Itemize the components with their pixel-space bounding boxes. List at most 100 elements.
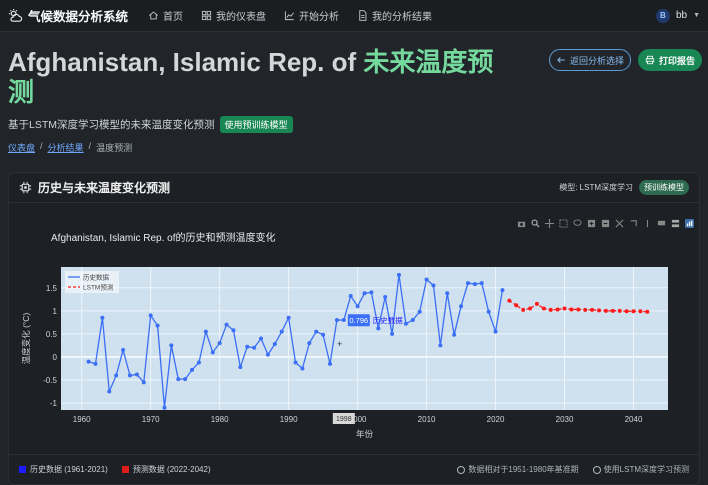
y-tick-label: 1.5	[46, 284, 58, 293]
historical-point	[486, 309, 491, 314]
chevron-down-icon: ▼	[693, 12, 700, 19]
legend-predicted-label: LSTM预测	[83, 283, 114, 292]
breadcrumb-dashboard[interactable]: 仪表盘	[8, 141, 35, 154]
nav-home[interactable]: 首页	[148, 8, 183, 23]
historical-point	[169, 343, 174, 348]
historical-point	[127, 373, 132, 378]
house-icon	[149, 11, 158, 20]
predicted-swatch	[121, 466, 129, 473]
user-name: bb	[675, 10, 688, 21]
nav-dashboard[interactable]: 我的仪表盘	[201, 8, 266, 23]
historical-point	[259, 336, 264, 341]
historical-point	[210, 350, 215, 355]
historical-point	[86, 359, 91, 364]
y-tick-label: -1	[50, 399, 58, 408]
historical-point	[231, 328, 236, 333]
nav-my-results[interactable]: 我的分析结果	[357, 8, 432, 23]
breadcrumb-separator: /	[40, 141, 43, 151]
plot-area	[61, 267, 668, 410]
arrow-left-icon	[557, 57, 565, 63]
x-axis-label: 年份	[356, 429, 374, 439]
historical-point	[438, 343, 443, 348]
x-tick-label: 2030	[556, 415, 574, 424]
legend-historical-label: 历史数据	[83, 273, 110, 282]
page-subtitle: 基于LSTM深度学习模型的未来温度变化预测 使用预训练模型	[8, 116, 293, 133]
historical-point	[500, 288, 505, 293]
historical-point	[355, 304, 360, 309]
footer-legend-historical: 历史数据 (1961-2021)	[19, 464, 108, 475]
navbar: 气候数据分析系统 首页 我的仪表盘 开始分析 我的分析结果 B bb ▼	[0, 0, 708, 32]
historical-point	[245, 344, 250, 349]
dashboard-icon	[201, 10, 212, 21]
gear-icon	[592, 465, 601, 474]
card-footer: 历史数据 (1961-2021) 预测数据 (2022-2042) 数据相对于1…	[9, 454, 699, 484]
back-button[interactable]: 返回分析选择	[549, 49, 631, 71]
historical-point	[321, 332, 326, 337]
back-button-label: 返回分析选择	[569, 55, 624, 66]
breadcrumb-separator: /	[88, 141, 92, 151]
x-tick-label: 2020	[487, 415, 505, 424]
model-note: 使用LSTM深度学习预测	[592, 464, 689, 475]
user-menu[interactable]: B bb ▼	[655, 8, 700, 23]
historical-point	[362, 291, 367, 296]
historical-point	[265, 352, 270, 357]
print-button[interactable]: 打印报告	[638, 49, 702, 71]
printer-icon	[645, 55, 655, 65]
historical-point	[100, 315, 105, 320]
print-button-label: 打印报告	[658, 55, 695, 66]
historical-point	[155, 323, 160, 328]
historical-point	[286, 315, 291, 320]
subtitle-text: 基于LSTM深度学习模型的未来温度变化预测	[8, 119, 215, 131]
footer-legend-predicted: 预测数据 (2022-2042)	[121, 464, 211, 475]
predicted-point	[548, 307, 553, 312]
info-icon	[457, 465, 466, 474]
y-tick-label: 1	[53, 307, 58, 316]
historical-point	[134, 372, 139, 377]
historical-point	[479, 281, 484, 286]
historical-point	[465, 281, 470, 286]
historical-point	[459, 304, 464, 309]
historical-point	[252, 345, 257, 350]
historical-point	[293, 360, 298, 365]
breadcrumb-results[interactable]: 分析结果	[48, 141, 84, 154]
brand[interactable]: 气候数据分析系统	[8, 6, 128, 25]
model-label: 模型: LSTM深度学习	[559, 183, 633, 192]
predicted-point	[562, 306, 567, 311]
page-title-country: Afghanistan, Islamic Rep. of	[8, 47, 357, 77]
breadcrumb-current: 温度预测	[96, 143, 133, 153]
document-icon	[359, 10, 367, 21]
historical-point	[300, 366, 305, 371]
brand-label: 气候数据分析系统	[28, 10, 129, 24]
historical-point	[445, 291, 450, 296]
historical-point	[390, 331, 395, 336]
tooltip-value: 0.796	[349, 316, 368, 325]
x-tick-label: 2040	[625, 415, 643, 424]
model-badge: 预训练模型	[639, 180, 689, 195]
chart-line-icon	[284, 11, 294, 21]
y-tick-label: 0.5	[46, 330, 58, 339]
historical-point	[396, 272, 401, 277]
x-tick-label: 1980	[211, 415, 229, 424]
historical-point	[114, 373, 119, 378]
forecast-chart[interactable]: Afghanistan, Islamic Rep. of的历史和预测温度变化 -1…	[9, 213, 699, 453]
historical-point	[307, 341, 312, 346]
breadcrumb: 仪表盘 / 分析结果 / 温度预测	[8, 141, 132, 154]
historical-point	[203, 329, 208, 334]
historical-point	[224, 322, 229, 327]
x-hover-label: 1998	[336, 416, 352, 423]
historical-point	[410, 318, 415, 323]
footer-legend-historical-label: 历史数据 (1961-2021)	[30, 465, 108, 474]
card-header: 历史与未来温度变化预测 模型: LSTM深度学习 预训练模型	[9, 173, 699, 203]
x-tick-label: 1960	[73, 415, 91, 424]
predicted-point	[541, 306, 546, 311]
nav-start-analysis[interactable]: 开始分析	[284, 8, 339, 23]
predicted-point	[569, 307, 574, 312]
predicted-point	[590, 307, 595, 312]
historical-point	[141, 380, 146, 385]
card-title-label: 历史与未来温度变化预测	[38, 181, 171, 195]
y-axis-label: 温度变化 (°C)	[21, 313, 31, 365]
historical-point	[176, 377, 181, 382]
x-tick-label: 2010	[418, 415, 436, 424]
historical-point	[279, 329, 284, 334]
historical-point	[369, 290, 374, 295]
